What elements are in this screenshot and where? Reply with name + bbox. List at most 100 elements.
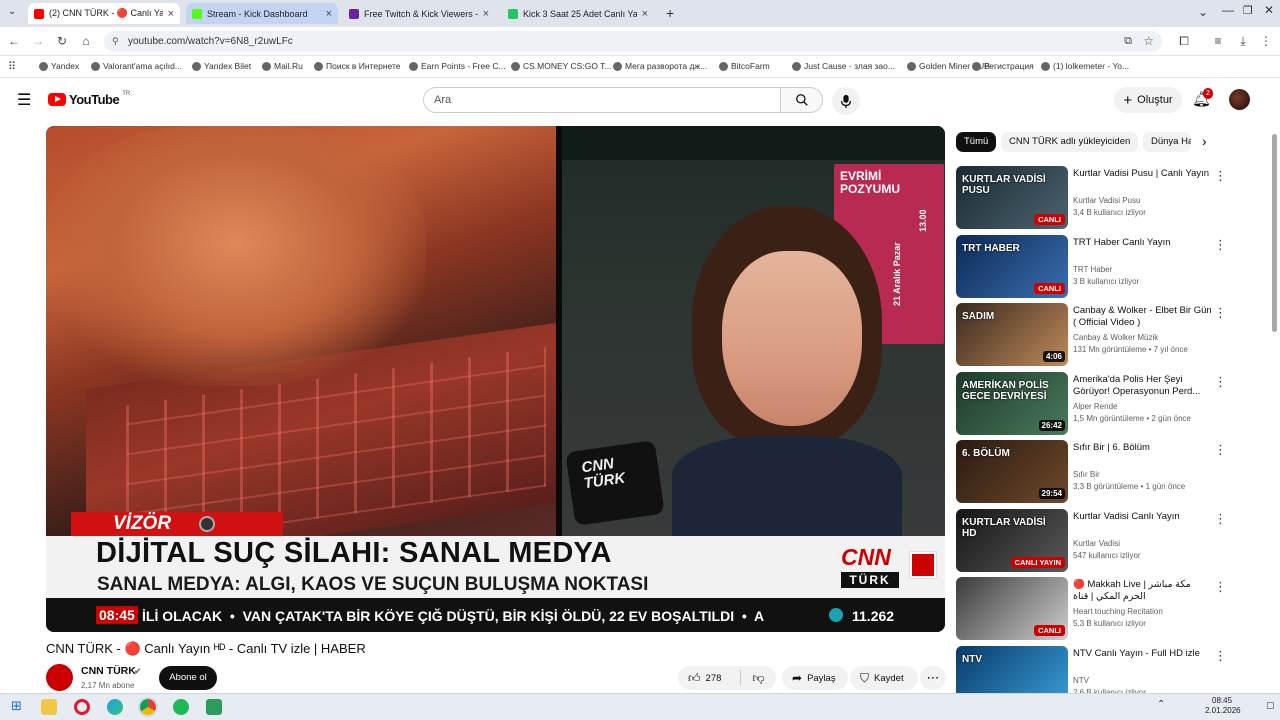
bookmark-item[interactable]: Мега разворота дж... <box>613 61 707 71</box>
channel-avatar[interactable] <box>46 664 73 691</box>
chrome-icon[interactable] <box>140 699 156 715</box>
bookmark-item[interactable]: Earn Points - Free C... <box>409 61 506 71</box>
video-thumbnail[interactable]: 6. BÖLÜM 29:54 <box>956 440 1068 503</box>
site-info-icon[interactable]: ⚲ <box>112 31 119 52</box>
browser-tab[interactable]: (2) CNN TÜRK - 🔴 Canlı Yayın × <box>28 3 180 24</box>
like-button[interactable]: 👍︎ 278 👎︎ <box>678 666 776 690</box>
bookmark-item[interactable]: Just Cause - злая зао... <box>792 61 895 71</box>
thumbs-down-icon[interactable]: 👎︎ <box>752 671 764 686</box>
more-options-icon[interactable]: ⋮ <box>1214 374 1227 390</box>
tab-close-icon[interactable]: × <box>483 8 489 20</box>
recommended-channel[interactable]: Heart touching Recitation <box>1073 607 1163 616</box>
app-icon[interactable] <box>206 699 222 715</box>
bookmark-item[interactable]: Yandex <box>39 61 79 71</box>
more-options-icon[interactable]: ⋮ <box>1214 168 1227 184</box>
recommended-channel[interactable]: Kurtlar Vadisi <box>1073 539 1120 548</box>
start-button[interactable]: ⊞ <box>11 698 22 714</box>
video-thumbnail[interactable]: KURTLAR VADİSİ PUSU CANLI <box>956 166 1068 229</box>
recommended-video[interactable]: TRT HABER CANLI TRT Haber Canlı Yayın TRT H… <box>956 235 1266 299</box>
recommended-title[interactable]: TRT Haber Canlı Yayın <box>1073 237 1215 249</box>
forward-button[interactable]: → <box>30 33 46 49</box>
recommended-video[interactable]: CANLI 🔴 Makkah Live | مكة مباشر الحرم الم… <box>956 577 1266 641</box>
video-thumbnail[interactable]: AMERİKAN POLİS GECE DEVRİYESİ 26:42 <box>956 372 1068 435</box>
more-actions-button[interactable]: ⋯ <box>920 666 946 690</box>
chip-all[interactable]: Tümü <box>956 132 997 152</box>
video-thumbnail[interactable]: SADIM 4:06 <box>956 303 1068 366</box>
browser-tab[interactable]: Free Twitch & Kick Viewers - Try × <box>343 3 495 24</box>
url-field[interactable]: ⚲ youtube.com/watch?v=6N8_r2uwLFc ⧉ ☆ <box>104 31 1162 52</box>
tab-close-icon[interactable]: × <box>326 8 332 20</box>
recommended-title[interactable]: NTV Canlı Yayın - Full HD izle <box>1073 648 1215 660</box>
avatar[interactable] <box>1229 89 1250 110</box>
recommended-video[interactable]: 6. BÖLÜM 29:54 Sıfır Bir | 6. Bölüm Sıfır B… <box>956 440 1266 504</box>
search-input[interactable]: Ara <box>423 87 781 113</box>
recommended-channel[interactable]: NTV <box>1073 676 1089 685</box>
window-close-button[interactable]: ✕ <box>1264 3 1274 17</box>
notifications-button[interactable]: 🔔︎ 2 <box>1192 88 1213 110</box>
recommended-channel[interactable]: TRT Haber <box>1073 265 1112 274</box>
downloads-icon[interactable]: ⤓ <box>1235 33 1251 49</box>
video-thumbnail[interactable]: KURTLAR VADİSİ HD CANLI YAYIN <box>956 509 1068 572</box>
reload-button[interactable]: ↻ <box>54 33 70 49</box>
home-button[interactable]: ⌂ <box>78 33 94 49</box>
tab-search-icon[interactable]: ⌄ <box>8 6 16 17</box>
chip-uploader[interactable]: CNN TÜRK adlı yükleyiciden <box>1001 132 1139 152</box>
opera-icon[interactable] <box>74 699 90 715</box>
voice-search-button[interactable] <box>832 87 860 115</box>
bookmark-item[interactable]: Valorant'ama açılıd... <box>91 61 182 71</box>
edge-icon[interactable] <box>107 699 123 715</box>
new-tab-button[interactable]: + <box>666 5 674 21</box>
recommended-title[interactable]: Sıfır Bir | 6. Bölüm <box>1073 442 1215 454</box>
tab-close-icon[interactable]: × <box>642 8 648 20</box>
recommended-channel[interactable]: Canbay & Wolker Müzik <box>1073 333 1158 342</box>
more-options-icon[interactable]: ⋮ <box>1214 511 1227 527</box>
hamburger-menu-icon[interactable]: ☰ <box>17 90 31 110</box>
clock-date[interactable]: 2.01.2026 <box>1205 706 1241 715</box>
recommended-channel[interactable]: Sıfır Bir <box>1073 470 1100 479</box>
minimize-icon[interactable]: ⌄ <box>1198 5 1208 19</box>
bookmark-item[interactable]: Mail.Ru <box>262 61 303 71</box>
more-options-icon[interactable]: ⋮ <box>1214 305 1227 321</box>
chips-next-icon[interactable]: › <box>1202 133 1207 149</box>
file-explorer-icon[interactable] <box>41 699 57 715</box>
share-button[interactable]: ➦ Paylaş <box>782 666 848 690</box>
bookmark-item[interactable]: (1) lolkemeter - Yo... <box>1041 61 1129 71</box>
clock-time[interactable]: 08:45 <box>1212 696 1232 705</box>
more-options-icon[interactable]: ⋮ <box>1214 237 1227 253</box>
window-minimize-button[interactable]: — <box>1222 3 1234 17</box>
recommended-title[interactable]: 🔴 Makkah Live | مكة مباشر الحرم المكي | … <box>1073 579 1215 603</box>
youtube-logo[interactable]: YouTube TR <box>48 91 130 107</box>
recommended-title[interactable]: Amerika'da Polis Her Şeyi Görüyor! Opera… <box>1073 374 1215 398</box>
back-button[interactable]: ← <box>6 33 22 49</box>
recommended-channel[interactable]: Kurtlar Vadisi Pusu <box>1073 196 1140 205</box>
bookmark-star-icon[interactable]: ☆ <box>1143 31 1154 52</box>
video-thumbnail[interactable]: CANLI <box>956 577 1068 640</box>
spotify-icon[interactable] <box>173 699 189 715</box>
search-button[interactable] <box>780 87 823 113</box>
more-options-icon[interactable]: ⋮ <box>1214 648 1227 664</box>
create-button[interactable]: + Oluştur <box>1114 87 1182 113</box>
recommended-video[interactable]: KURTLAR VADİSİ HD CANLI YAYIN Kurtlar Vadi… <box>956 509 1266 573</box>
recommended-title[interactable]: Kurtlar Vadisi Canlı Yayın <box>1073 511 1215 523</box>
browser-tab[interactable]: Stream - Kick Dashboard × <box>186 3 338 24</box>
bookmark-item[interactable]: Регистрация <box>972 61 1034 71</box>
install-app-icon[interactable]: ⧉ <box>1124 31 1132 52</box>
reading-list-icon[interactable]: ≡ <box>1210 33 1226 49</box>
notification-center-icon[interactable]: ▢ <box>1266 700 1275 711</box>
subscribe-button[interactable]: Abone ol <box>159 666 217 690</box>
recommended-title[interactable]: Canbay & Wolker - Elbet Bir Gün ( Offici… <box>1073 305 1215 329</box>
recommended-channel[interactable]: Alper Rende <box>1073 402 1117 411</box>
tab-close-icon[interactable]: × <box>168 8 174 20</box>
recommended-video[interactable]: AMERİKAN POLİS GECE DEVRİYESİ 26:42 Amerik… <box>956 372 1266 436</box>
recommended-video[interactable]: SADIM 4:06 Canbay & Wolker - Elbet Bir Gün… <box>956 303 1266 367</box>
chip-world-news[interactable]: Dünya Ha <box>1143 132 1191 152</box>
more-options-icon[interactable]: ⋮ <box>1214 442 1227 458</box>
video-thumbnail[interactable]: TRT HABER CANLI <box>956 235 1068 298</box>
bookmark-item[interactable]: Поиск в Интернете <box>314 61 401 71</box>
recommended-video[interactable]: KURTLAR VADİSİ PUSU CANLI Kurtlar Vadisi P… <box>956 166 1266 230</box>
apps-grid-icon[interactable]: ⠿ <box>8 60 16 73</box>
window-maximize-button[interactable]: ❐ <box>1243 4 1253 17</box>
extensions-icon[interactable]: ⧠ <box>1176 33 1192 49</box>
tray-chevron-icon[interactable]: ⌃ <box>1157 699 1165 710</box>
more-options-icon[interactable]: ⋮ <box>1214 579 1227 595</box>
